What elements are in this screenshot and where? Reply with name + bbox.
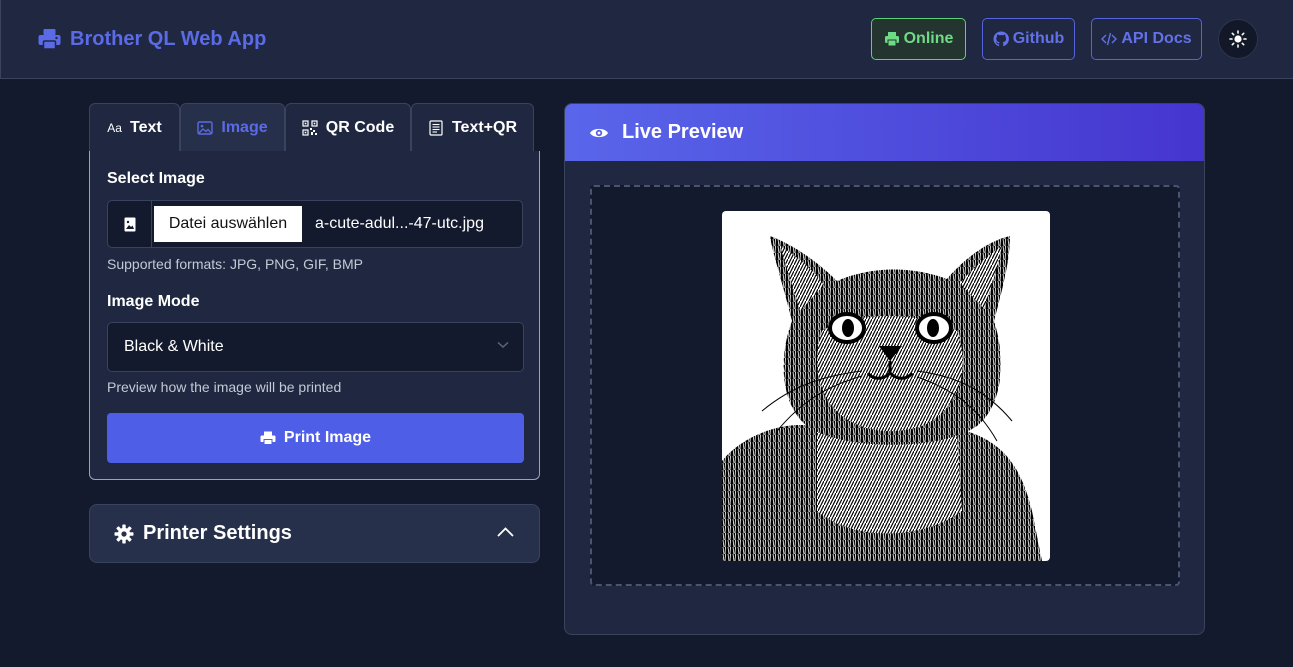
brand-title: Brother QL Web App: [70, 27, 267, 50]
github-icon: [993, 31, 1009, 47]
tab-image[interactable]: Image: [180, 103, 285, 152]
top-navbar: Brother QL Web App Online Github API Doc…: [0, 0, 1293, 79]
qr-icon: [302, 120, 318, 136]
choose-file-button[interactable]: Datei auswählen: [154, 206, 302, 242]
code-icon: [1101, 32, 1118, 46]
gear-icon: [114, 524, 134, 543]
preview-image: [722, 211, 1050, 561]
api-docs-label: API Docs: [1121, 30, 1192, 47]
eye-icon: [590, 128, 608, 137]
api-docs-button[interactable]: API Docs: [1091, 18, 1202, 60]
image-icon: [197, 121, 214, 135]
printer-settings-title: Printer Settings: [143, 522, 292, 544]
printer-settings-toggle[interactable]: Printer Settings: [89, 504, 540, 563]
live-preview-card: Live Preview: [564, 103, 1205, 635]
github-button[interactable]: Github: [982, 18, 1075, 60]
github-label: Github: [1012, 30, 1065, 47]
print-button-label: Print Image: [283, 429, 372, 446]
printer-icon: [884, 32, 899, 47]
tab-text-qr[interactable]: Text+QR: [411, 103, 534, 152]
live-preview-title: Live Preview: [622, 121, 744, 143]
sun-icon: [1229, 30, 1247, 48]
file-input[interactable]: Datei auswählen a-cute-adul...-47-utc.jp…: [107, 200, 523, 248]
printer-icon: [38, 29, 61, 50]
tab-label: Image: [221, 119, 268, 136]
tab-text[interactable]: Aa Text: [89, 103, 180, 152]
tab-label: QR Code: [325, 119, 395, 136]
image-mode-value: Black & White: [124, 338, 224, 355]
image-mode-label: Image Mode: [107, 293, 200, 310]
print-image-button[interactable]: Print Image: [107, 413, 524, 463]
tab-label: Text+QR: [451, 119, 518, 136]
chevron-down-icon: [497, 341, 509, 349]
online-label: Online: [903, 30, 954, 47]
mode-hint: Preview how the image will be printed: [107, 379, 342, 395]
select-image-label: Select Image: [107, 170, 205, 187]
image-panel: Select Image Datei auswählen a-cute-adul…: [89, 151, 540, 480]
theme-toggle-button[interactable]: [1218, 19, 1258, 59]
cat-photo-preview: [722, 236, 1042, 561]
formats-hint: Supported formats: JPG, PNG, GIF, BMP: [107, 256, 363, 272]
tab-qr-code[interactable]: QR Code: [285, 103, 411, 152]
file-image-icon: [108, 201, 152, 247]
image-mode-select[interactable]: Black & White: [107, 322, 524, 372]
preview-drop-area: [590, 185, 1180, 586]
online-status-button[interactable]: Online: [871, 18, 966, 60]
live-preview-header: Live Preview: [565, 104, 1204, 161]
tab-label: Text: [129, 119, 162, 136]
document-icon: [429, 120, 443, 136]
brand[interactable]: Brother QL Web App: [37, 26, 266, 52]
chevron-up-icon: [497, 527, 514, 537]
text-aa-icon: Aa: [107, 121, 122, 135]
file-name: a-cute-adul...-47-utc.jpg: [315, 215, 484, 232]
mode-tabs: Aa Text Image QR Code Text+QR: [89, 103, 534, 152]
printer-icon: [260, 431, 276, 445]
